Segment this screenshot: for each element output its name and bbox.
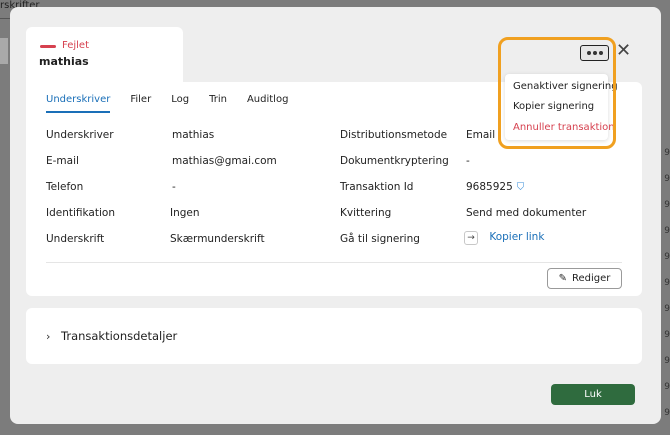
tab-underskriver[interactable]: Underskriver [46, 94, 111, 113]
close-modal-button[interactable]: Luk [551, 384, 635, 405]
field-label-underskriver: Underskriver [46, 129, 114, 141]
status-label: Fejlet [62, 40, 89, 51]
field-label-underskrift: Underskrift [46, 233, 105, 245]
field-value-telefon: - [172, 181, 176, 193]
field-value-email: mathias@gmai.com [172, 155, 277, 167]
tab-trin[interactable]: Trin [209, 94, 227, 113]
field-label-gaa-til-signering: Gå til signering [340, 233, 420, 245]
tab-bar: Underskriver Filer Log Trin Auditlog [46, 94, 308, 113]
field-value-underskrift: Skærmunderskrift [170, 233, 265, 245]
field-label-telefon: Telefon [46, 181, 84, 193]
field-label-dokumentkryptering: Dokumentkryptering [340, 155, 449, 167]
status-card: Fejlet mathias [26, 27, 183, 89]
tab-filer[interactable]: Filer [130, 94, 151, 113]
field-value-identifikation: Ingen [170, 207, 200, 219]
field-label-transaktion-id: Transaktion Id [340, 181, 414, 193]
tab-log[interactable]: Log [171, 94, 189, 113]
edit-button[interactable]: ✎ Rediger [547, 268, 622, 289]
edit-button-label: Rediger [572, 273, 611, 284]
field-label-kvittering: Kvittering [340, 207, 392, 219]
signer-name: mathias [39, 55, 89, 68]
field-value-transaktion-id: 9685925 ⛉ [466, 181, 525, 193]
arrow-right-icon[interactable]: → [464, 231, 478, 245]
chevron-right-icon[interactable]: › [46, 330, 50, 343]
status-indicator [40, 45, 56, 48]
field-value-dokumentkryptering: - [466, 155, 470, 167]
tab-auditlog[interactable]: Auditlog [247, 94, 288, 113]
background-side-element [0, 38, 8, 64]
field-value-distributionsmetode: Email [466, 129, 496, 141]
field-value-underskriver: mathias [172, 129, 215, 141]
divider [46, 262, 622, 263]
field-label-identifikation: Identifikation [46, 207, 115, 219]
copy-link[interactable]: Kopier link [489, 231, 544, 243]
signing-link: → Kopier link [464, 231, 544, 245]
highlight-outline [498, 37, 616, 149]
shield-icon: ⛉ [516, 182, 525, 193]
background-divider [0, 18, 10, 19]
background-numbers: 99999999999 [664, 148, 670, 418]
pencil-icon: ✎ [558, 273, 567, 284]
transaction-details-section[interactable]: › Transaktionsdetaljer [26, 308, 642, 364]
field-value-kvittering: Send med dokumenter [466, 207, 587, 219]
transaction-details-label[interactable]: Transaktionsdetaljer [61, 329, 177, 343]
field-label-email: E-mail [46, 155, 79, 167]
close-icon[interactable]: ✕ [616, 42, 631, 60]
field-label-distributionsmetode: Distributionsmetode [340, 129, 448, 141]
